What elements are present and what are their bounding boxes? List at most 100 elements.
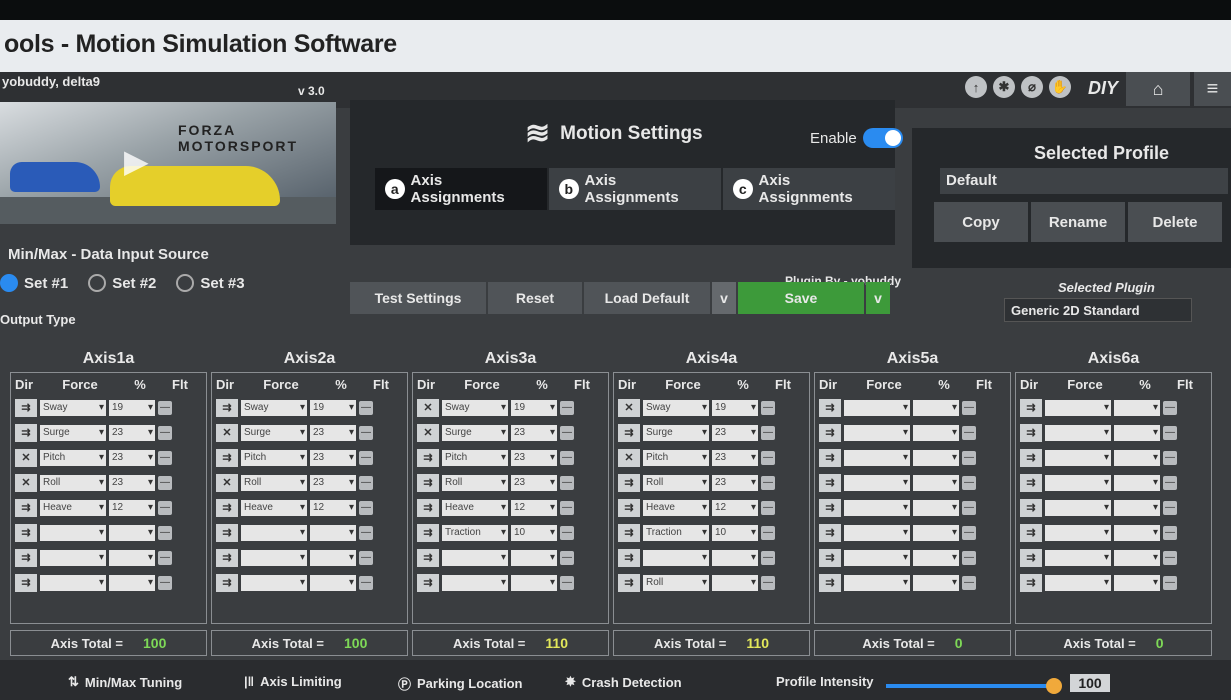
filter-button[interactable]: — bbox=[962, 425, 976, 440]
straight-arrows-icon[interactable]: ⇉ bbox=[15, 523, 37, 542]
filter-button[interactable]: — bbox=[962, 400, 976, 415]
force-select[interactable]: Surge bbox=[442, 424, 508, 441]
delete-button[interactable]: Delete bbox=[1128, 202, 1222, 242]
filter-button[interactable]: — bbox=[560, 400, 574, 415]
straight-arrows-icon[interactable]: ⇉ bbox=[1020, 573, 1042, 592]
percent-select[interactable] bbox=[511, 574, 557, 591]
filter-button[interactable]: — bbox=[158, 525, 172, 540]
straight-arrows-icon[interactable]: ⇉ bbox=[417, 498, 439, 517]
force-select[interactable] bbox=[844, 574, 910, 591]
force-select[interactable] bbox=[40, 549, 106, 566]
force-select[interactable]: Sway bbox=[241, 399, 307, 416]
straight-arrows-icon[interactable]: ⇉ bbox=[618, 523, 640, 542]
force-select[interactable]: Heave bbox=[40, 499, 106, 516]
filter-button[interactable]: — bbox=[158, 575, 172, 590]
filter-button[interactable]: — bbox=[158, 400, 172, 415]
copy-button[interactable]: Copy bbox=[934, 202, 1028, 242]
force-select[interactable]: Pitch bbox=[241, 449, 307, 466]
filter-button[interactable]: — bbox=[359, 425, 373, 440]
force-select[interactable]: Traction bbox=[643, 524, 709, 541]
force-select[interactable] bbox=[844, 449, 910, 466]
plugin-select[interactable]: Generic 2D Standard bbox=[1004, 298, 1192, 322]
percent-select[interactable]: 23 bbox=[109, 474, 155, 491]
straight-arrows-icon[interactable]: ⇉ bbox=[216, 573, 238, 592]
filter-button[interactable]: — bbox=[158, 550, 172, 565]
percent-select[interactable]: 23 bbox=[109, 424, 155, 441]
filter-button[interactable]: — bbox=[761, 575, 775, 590]
filter-button[interactable]: — bbox=[359, 550, 373, 565]
percent-select[interactable]: 12 bbox=[712, 499, 758, 516]
parking-location-button[interactable]: Ⓟ Parking Location bbox=[398, 674, 522, 693]
straight-arrows-icon[interactable]: ⇉ bbox=[15, 573, 37, 592]
minmax-tuning-button[interactable]: ⇅ Min/Max Tuning bbox=[68, 674, 182, 690]
filter-button[interactable]: — bbox=[560, 450, 574, 465]
load-default-dropdown[interactable]: v bbox=[712, 282, 736, 314]
straight-arrows-icon[interactable]: ⇉ bbox=[819, 448, 841, 467]
filter-button[interactable]: — bbox=[158, 425, 172, 440]
intensity-value[interactable]: 100 bbox=[1070, 674, 1110, 692]
filter-button[interactable]: — bbox=[1163, 525, 1177, 540]
straight-arrows-icon[interactable]: ⇉ bbox=[1020, 523, 1042, 542]
percent-select[interactable]: 23 bbox=[511, 474, 557, 491]
percent-select[interactable]: 10 bbox=[712, 524, 758, 541]
straight-arrows-icon[interactable]: ⇉ bbox=[15, 548, 37, 567]
percent-select[interactable] bbox=[913, 424, 959, 441]
percent-select[interactable]: 23 bbox=[310, 424, 356, 441]
percent-select[interactable] bbox=[511, 549, 557, 566]
force-select[interactable]: Roll bbox=[40, 474, 106, 491]
straight-arrows-icon[interactable]: ⇉ bbox=[1020, 548, 1042, 567]
force-select[interactable] bbox=[1045, 399, 1111, 416]
filter-button[interactable]: — bbox=[359, 500, 373, 515]
straight-arrows-icon[interactable]: ⇉ bbox=[216, 498, 238, 517]
filter-button[interactable]: — bbox=[1163, 500, 1177, 515]
straight-arrows-icon[interactable]: ⇉ bbox=[417, 548, 439, 567]
load-default-button[interactable]: Load Default bbox=[584, 282, 710, 314]
straight-arrows-icon[interactable]: ⇉ bbox=[417, 448, 439, 467]
up-arrow-icon[interactable]: ↑ bbox=[965, 76, 987, 98]
percent-select[interactable] bbox=[712, 574, 758, 591]
straight-arrows-icon[interactable]: ⇉ bbox=[819, 498, 841, 517]
tab-axis-c[interactable]: c Axis Assignments bbox=[723, 168, 895, 210]
filter-button[interactable]: — bbox=[761, 400, 775, 415]
force-select[interactable] bbox=[40, 574, 106, 591]
percent-select[interactable]: 19 bbox=[109, 399, 155, 416]
cross-arrows-icon[interactable]: ✕ bbox=[216, 473, 238, 492]
filter-button[interactable]: — bbox=[962, 525, 976, 540]
force-select[interactable] bbox=[844, 524, 910, 541]
filter-button[interactable]: — bbox=[962, 575, 976, 590]
percent-select[interactable] bbox=[109, 549, 155, 566]
cross-arrows-icon[interactable]: ✕ bbox=[417, 398, 439, 417]
force-select[interactable] bbox=[844, 399, 910, 416]
percent-select[interactable] bbox=[1114, 574, 1160, 591]
hand-icon[interactable]: ✋ bbox=[1049, 76, 1071, 98]
force-select[interactable]: Sway bbox=[442, 399, 508, 416]
straight-arrows-icon[interactable]: ⇉ bbox=[417, 523, 439, 542]
set-2-radio[interactable]: Set #2 bbox=[88, 274, 156, 292]
percent-select[interactable] bbox=[913, 449, 959, 466]
percent-select[interactable] bbox=[1114, 424, 1160, 441]
crash-detection-button[interactable]: ✸ Crash Detection bbox=[565, 674, 682, 690]
filter-button[interactable]: — bbox=[560, 500, 574, 515]
force-select[interactable]: Pitch bbox=[40, 449, 106, 466]
cross-arrows-icon[interactable]: ✕ bbox=[618, 448, 640, 467]
straight-arrows-icon[interactable]: ⇉ bbox=[1020, 448, 1042, 467]
cross-arrows-icon[interactable]: ✕ bbox=[15, 473, 37, 492]
percent-select[interactable]: 19 bbox=[712, 399, 758, 416]
test-settings-button[interactable]: Test Settings bbox=[350, 282, 486, 314]
straight-arrows-icon[interactable]: ⇉ bbox=[819, 398, 841, 417]
force-select[interactable] bbox=[844, 549, 910, 566]
filter-button[interactable]: — bbox=[1163, 450, 1177, 465]
filter-button[interactable]: — bbox=[359, 400, 373, 415]
force-select[interactable]: Sway bbox=[40, 399, 106, 416]
straight-arrows-icon[interactable]: ⇉ bbox=[216, 448, 238, 467]
force-select[interactable] bbox=[241, 574, 307, 591]
enable-toggle[interactable] bbox=[862, 128, 903, 148]
percent-select[interactable]: 23 bbox=[712, 474, 758, 491]
percent-select[interactable]: 23 bbox=[511, 449, 557, 466]
percent-select[interactable]: 19 bbox=[310, 399, 356, 416]
force-select[interactable] bbox=[1045, 574, 1111, 591]
straight-arrows-icon[interactable]: ⇉ bbox=[15, 423, 37, 442]
filter-button[interactable]: — bbox=[1163, 550, 1177, 565]
straight-arrows-icon[interactable]: ⇉ bbox=[216, 398, 238, 417]
filter-button[interactable]: — bbox=[761, 550, 775, 565]
